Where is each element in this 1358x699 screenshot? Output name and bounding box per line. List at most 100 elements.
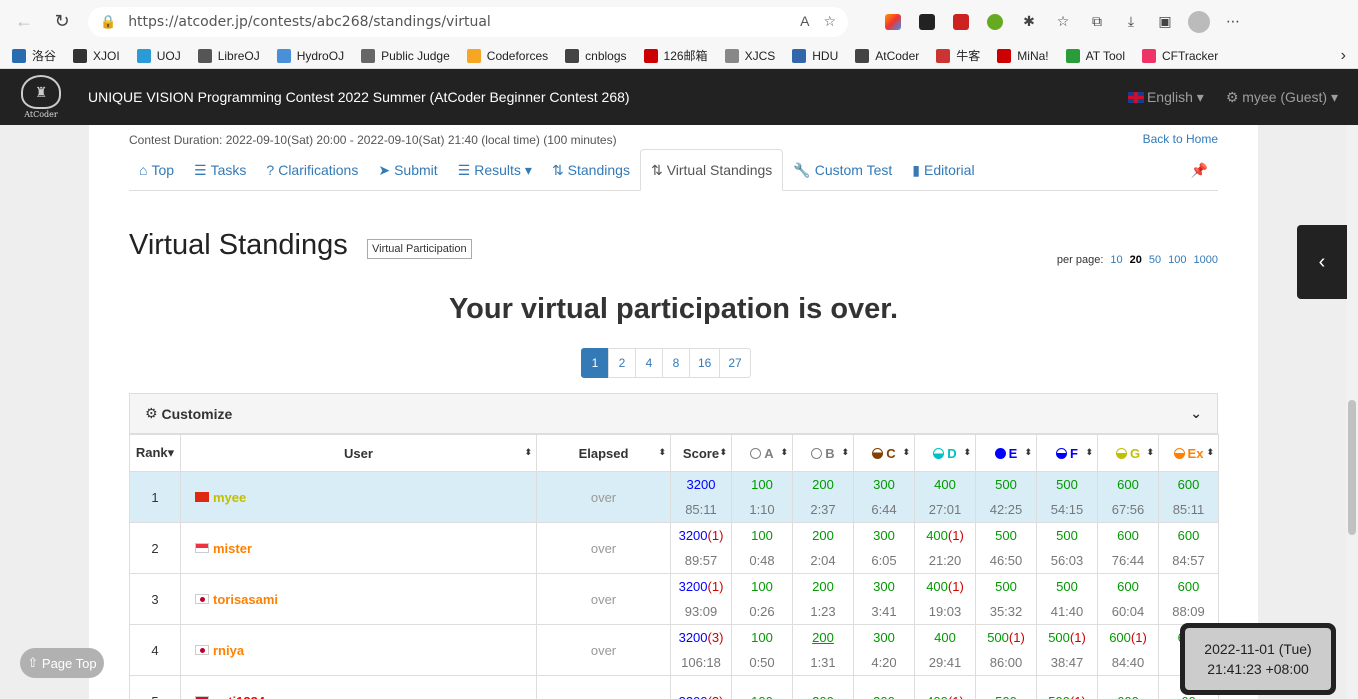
elapsed-header[interactable]: Elapsed ⬍ [536,434,671,472]
problem-cell[interactable]: 500 42:25 [975,471,1037,523]
chevron-down-icon[interactable]: ⌄ [1190,405,1202,422]
extensions-puzzle-icon[interactable]: ✱ [1018,11,1040,33]
problem-header-a[interactable]: A ⬍ [731,434,793,472]
problem-cell[interactable]: 600 76:44 [1097,522,1159,574]
bookmark-item[interactable]: 牛客 [936,47,980,64]
extension-icon-2[interactable] [916,11,938,33]
per-page-option[interactable]: 20 [1130,254,1142,266]
problem-cell[interactable]: 600 67:56 [1097,471,1159,523]
tab-editorial[interactable]: ▮ Editorial [902,150,984,190]
tab-custom-test[interactable]: 🔧 Custom Test [783,150,902,190]
page-link[interactable]: 2 [608,348,636,378]
tab-standings[interactable]: ⇅ Standings [542,150,640,190]
page-link[interactable]: 4 [635,348,663,378]
problem-cell[interactable]: 400(1) 19:03 [914,573,976,625]
user-cell[interactable]: myee [180,471,537,523]
extension-icon-1[interactable] [882,11,904,33]
extension-icon-3[interactable] [950,11,972,33]
rank-header[interactable]: Rank▾ [129,434,181,472]
bookmark-item[interactable]: 洛谷 [12,47,56,64]
bookmark-item[interactable]: HydroOJ [276,48,344,63]
problem-cell[interactable]: 300 3:41 [853,573,915,625]
problem-cell[interactable]: 600 88:09 [1158,573,1219,625]
problem-cell[interactable]: 200 2:04 [792,522,854,574]
pin-icon[interactable]: 📌 [1191,150,1218,190]
bookmark-item[interactable]: Codeforces [466,48,548,63]
address-bar[interactable]: 🔒 https://atcoder.jp/contests/abc268/sta… [88,6,848,37]
problem-header-g[interactable]: G ⬍ [1097,434,1159,472]
problem-cell[interactable]: 500 41:40 [1036,573,1098,625]
problem-cell[interactable]: 600(1) 84:40 [1097,624,1159,676]
username-link[interactable]: mister [213,541,252,556]
problem-cell[interactable]: 500(1) 86:00 [975,624,1037,676]
scroll-thumb[interactable] [1348,400,1356,535]
user-cell[interactable]: mister [180,522,537,574]
bookmark-item[interactable]: CFTracker [1142,48,1218,63]
per-page-option[interactable]: 1000 [1194,254,1218,266]
per-page-option[interactable]: 10 [1110,254,1122,266]
problem-cell[interactable]: 300 [853,675,915,699]
problem-header-c[interactable]: C ⬍ [853,434,915,472]
user-cell[interactable]: torisasami [180,573,537,625]
page-link[interactable]: 27 [719,348,751,378]
problem-cell[interactable]: 300 4:20 [853,624,915,676]
problem-cell[interactable]: 500(1) [1036,675,1098,699]
problem-cell[interactable]: 500(1) 38:47 [1036,624,1098,676]
problem-cell[interactable]: 400 27:01 [914,471,976,523]
bookmark-item[interactable]: MiNa! [997,48,1049,63]
page-link[interactable]: 8 [662,348,690,378]
read-aloud-icon[interactable]: A [800,13,809,30]
problem-cell[interactable]: 600 60:04 [1097,573,1159,625]
tab-results[interactable]: ☰ Results ▾ [448,150,542,190]
problem-cell[interactable]: 200 2:37 [792,471,854,523]
problem-cell[interactable]: 400(1) [914,675,976,699]
atcoder-logo[interactable]: ♜ AtCoder [12,70,70,124]
tab-tasks[interactable]: ☰ Tasks [184,150,256,190]
problem-cell[interactable]: 100 0:50 [731,624,793,676]
bookmark-item[interactable]: AT Tool [1065,48,1125,63]
tab-top[interactable]: ⌂ Top [129,150,184,190]
score-header[interactable]: Score ⬍ [670,434,732,472]
problem-cell[interactable]: 500 [975,675,1037,699]
profile-avatar[interactable] [1188,10,1210,33]
problem-header-b[interactable]: B ⬍ [792,434,854,472]
problem-cell[interactable]: 500 54:15 [1036,471,1098,523]
problem-cell[interactable]: 600 [1097,675,1159,699]
bookmark-item[interactable]: Public Judge [361,48,450,63]
problem-cell[interactable]: 100 1:10 [731,471,793,523]
problem-cell[interactable]: 500 35:32 [975,573,1037,625]
problem-header-e[interactable]: E ⬍ [975,434,1037,472]
contest-title[interactable]: UNIQUE VISION Programming Contest 2022 S… [88,89,630,105]
problem-cell[interactable]: 500 46:50 [975,522,1037,574]
problem-header-ex[interactable]: Ex ⬍ [1158,434,1219,472]
problem-cell[interactable]: 500 56:03 [1036,522,1098,574]
user-cell[interactable]: rniya [180,624,537,676]
more-menu-icon[interactable]: ⋯ [1222,11,1244,33]
screenshot-icon[interactable]: ▣ [1154,11,1176,33]
username-link[interactable]: myee [213,490,246,505]
tab-submit[interactable]: ➤ Submit [368,150,447,190]
extension-icon-4[interactable] [984,11,1006,33]
problem-cell[interactable]: 100 0:26 [731,573,793,625]
problem-cell[interactable]: 400 29:41 [914,624,976,676]
back-to-home-link[interactable]: Back to Home [1143,132,1218,146]
problem-cell[interactable]: 600 84:57 [1158,522,1219,574]
customize-panel-header[interactable]: ⚙ Customize ⌄ [129,393,1218,434]
favorites-icon[interactable]: ☆ [1052,11,1074,33]
bookmark-item[interactable]: cnblogs [565,48,627,63]
bookmarks-more-chevron-icon[interactable]: › [1341,47,1346,65]
user-header[interactable]: User ⬍ [180,434,537,472]
page-link[interactable]: 16 [689,348,721,378]
url-text[interactable]: https://atcoder.jp/contests/abc268/stand… [128,14,800,30]
page-top-button[interactable]: ⇧ Page Top [20,648,104,678]
bookmark-item[interactable]: XJOI [73,48,120,63]
problem-cell[interactable]: 400(1) 21:20 [914,522,976,574]
problem-cell[interactable]: 200 [792,675,854,699]
bookmark-item[interactable]: XJCS [724,48,775,63]
tab-virtual-standings[interactable]: ⇅ Virtual Standings [639,149,784,191]
problem-cell[interactable]: 300 6:05 [853,522,915,574]
problem-cell[interactable]: 200 1:31 [792,624,854,676]
collections-icon[interactable]: ⧉ [1086,11,1108,33]
downloads-icon[interactable]: ⤓ [1120,11,1142,33]
sidebar-toggle-chevron-left-icon[interactable]: ‹ [1297,225,1347,299]
